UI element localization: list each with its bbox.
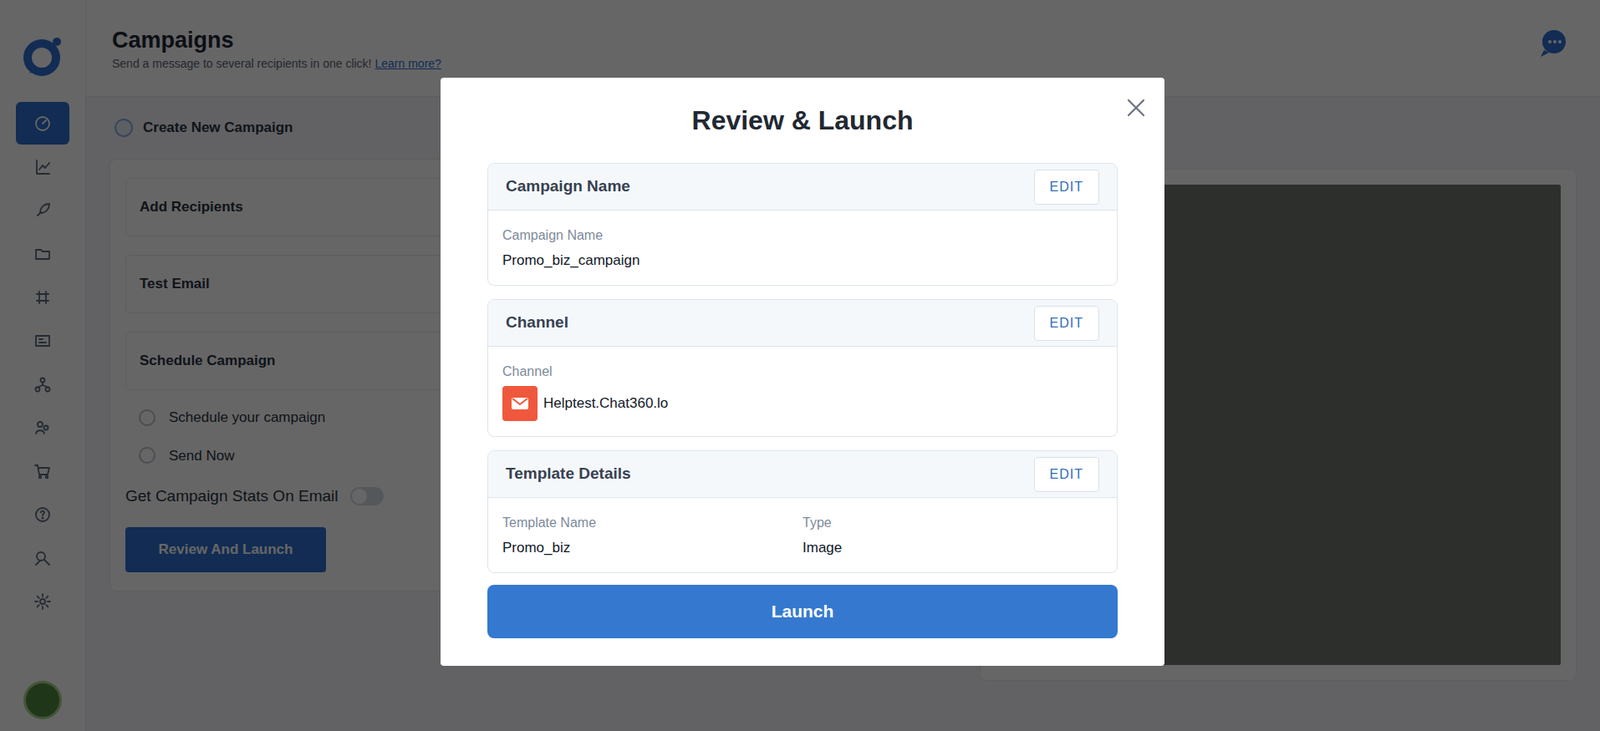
field-label: Template Name [502, 514, 803, 533]
review-card-header: Channel EDIT [488, 300, 1117, 347]
review-card-body: Campaign Name Promo_biz_campaign [488, 210, 1117, 286]
review-card-header: Template Details EDIT [488, 451, 1117, 499]
field-value: Image [802, 539, 1103, 558]
field-label: Campaign Name [502, 226, 1103, 245]
review-card-title: Channel [505, 310, 569, 336]
field-value: Helptest.Chat360.lo [543, 392, 668, 415]
field-value: Promo_biz_campaign [502, 251, 1103, 271]
field-value: Promo_biz [502, 539, 803, 558]
review-card-body: Template Name Promo_biz Type Image [488, 498, 1117, 573]
review-card: Template Details EDIT Template Name Promo_b… [487, 450, 1118, 574]
email-icon [502, 386, 538, 422]
review-card: Campaign Name EDIT Campaign Name Promo_biz_… [487, 163, 1118, 286]
launch-button[interactable]: Launch [487, 585, 1118, 639]
review-card: Channel EDIT Channel Helptest.Chat360.lo [487, 299, 1118, 438]
close-icon[interactable] [1124, 96, 1148, 120]
review-field: Campaign Name Promo_biz_campaign [502, 226, 1103, 271]
edit-button[interactable]: EDIT [1034, 305, 1100, 342]
field-label: Channel [502, 362, 1103, 382]
review-field: Channel Helptest.Chat360.lo [502, 362, 1103, 422]
review-card-title: Campaign Name [505, 174, 631, 199]
edit-button[interactable]: EDIT [1034, 169, 1100, 205]
review-sections: Campaign Name EDIT Campaign Name Promo_biz_… [487, 163, 1118, 574]
review-card-title: Template Details [505, 462, 632, 487]
review-card-body: Channel Helptest.Chat360.lo [488, 346, 1117, 437]
edit-button[interactable]: EDIT [1034, 457, 1100, 493]
review-card-header: Campaign Name EDIT [488, 163, 1117, 211]
review-modal: Review & LaunchCampaign NameEDITCampaign… [440, 77, 1165, 667]
field-label: Type [802, 514, 1103, 533]
channel-value: Helptest.Chat360.lo [502, 386, 1103, 422]
review-field: Template Name Promo_biz [502, 514, 803, 558]
review-field: Type Image [802, 514, 1103, 558]
modal-title: Review & Launch [487, 103, 1118, 138]
